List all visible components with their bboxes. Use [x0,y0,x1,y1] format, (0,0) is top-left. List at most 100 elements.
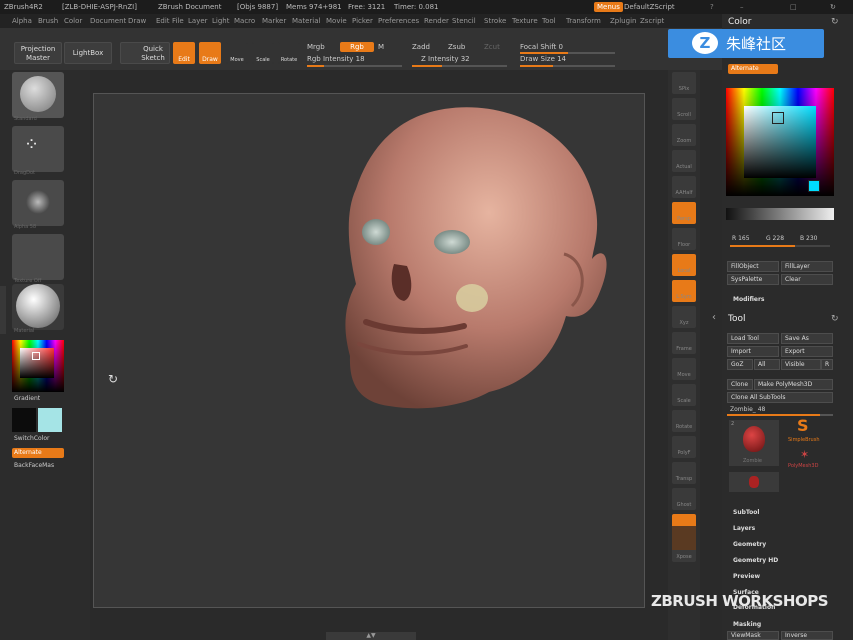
stroke-thumbnail[interactable]: ⁘ [12,126,64,172]
edit-button[interactable]: Edit [173,42,195,64]
menus-button[interactable]: Menus [594,2,623,12]
maximize-icon[interactable]: □ [790,0,797,14]
document-canvas[interactable]: ↻ [93,93,645,608]
menu-edit[interactable]: Edit [156,14,170,28]
shelf-floor-button[interactable]: Floor [672,228,696,250]
inverse-button[interactable]: Inverse [781,631,833,640]
menu-movie[interactable]: Movie [326,14,347,28]
menu-material[interactable]: Material [292,14,320,28]
menu-transform[interactable]: Transform [566,14,601,28]
clone-button[interactable]: Clone [727,379,753,390]
goz-r-button[interactable]: R [821,359,833,370]
menu-stencil[interactable]: Stencil [452,14,476,28]
secondary-color-swatch[interactable] [38,408,62,432]
bottom-tray-handle[interactable]: ▲▼ [326,632,416,640]
color-picker-small[interactable] [12,340,64,392]
simplebrush-s-icon[interactable]: S [797,416,809,435]
color-picker[interactable] [726,88,834,196]
menu-marker[interactable]: Marker [262,14,286,28]
shelf-persp-button[interactable]: Persp [672,202,696,224]
clone-all-subtools-button[interactable]: Clone All SubTools [727,392,833,403]
syspalette-button[interactable]: SysPalette [727,274,779,285]
projection-master-button[interactable]: Projection Master [14,42,62,64]
subtool-section[interactable]: SubTool [733,509,759,516]
shelf-zoom-button[interactable]: Zoom [672,124,696,146]
layers-section[interactable]: Layers [733,525,755,532]
rgb-slider-track[interactable] [730,245,830,247]
fillobject-button[interactable]: FillObject [727,261,779,272]
goz-visible-button[interactable]: Visible [781,359,821,370]
masking-section[interactable]: Masking [733,621,761,628]
red-value[interactable]: R 165 [732,235,750,242]
quick-sketch-button[interactable]: Quick Sketch [120,42,170,64]
modifiers-section[interactable]: Modifiers [733,296,765,303]
green-value[interactable]: G 228 [766,235,784,242]
focal-shift-slider[interactable] [520,52,615,54]
alpha-thumbnail[interactable] [12,180,64,226]
menu-layer[interactable]: Layer [188,14,208,28]
shelf-frame-button[interactable]: Frame [672,332,696,354]
geometry-hd-section[interactable]: Geometry HD [733,557,778,564]
switchcolor-label[interactable]: SwitchColor [14,435,50,442]
menu-zscript[interactable]: Zscript [640,14,664,28]
lightbox-button[interactable]: LightBox [64,42,112,64]
texture-thumbnail[interactable] [12,234,64,280]
shelf-transp-button[interactable]: Transp [672,462,696,484]
gradient-label[interactable]: Gradient [14,395,40,402]
alternate-toggle[interactable]: Alternate [728,64,778,74]
menu-light[interactable]: Light [212,14,229,28]
shelf-xyz-button[interactable]: Xyz [672,306,696,328]
zcut-toggle[interactable]: Zcut [484,43,500,51]
backfacemask-label[interactable]: BackFaceMas [14,462,54,469]
draw-size-slider[interactable] [520,65,615,67]
shelf-move-button[interactable]: Move [672,358,696,380]
menu-texture[interactable]: Texture [512,14,538,28]
preview-section[interactable]: Preview [733,573,760,580]
secondary-tool-thumbnail[interactable] [729,472,779,492]
shelf-ghost-button[interactable]: Ghost [672,488,696,510]
menu-preferences[interactable]: Preferences [378,14,419,28]
save-as-button[interactable]: Save As [781,333,833,344]
zsub-toggle[interactable]: Zsub [448,43,465,51]
menu-draw[interactable]: Draw [128,14,146,28]
menu-file[interactable]: File [172,14,184,28]
tool-palette-title[interactable]: Tool [728,314,745,324]
goz-button[interactable]: GoZ [727,359,753,370]
blue-value[interactable]: B 230 [800,235,817,242]
filllayer-button[interactable]: FillLayer [781,261,833,272]
make-polymesh-button[interactable]: Make PolyMesh3D [754,379,833,390]
gray-gradient-bar[interactable] [726,208,834,220]
shelf-polyf-button[interactable]: PolyF [672,436,696,458]
color-refresh-icon[interactable]: ↻ [831,17,839,27]
m-toggle[interactable]: M [378,43,384,51]
material-thumbnail[interactable] [12,284,64,330]
menu-render[interactable]: Render [424,14,449,28]
shelf-aahalf-button[interactable]: AAHalf [672,176,696,198]
rgb-toggle[interactable]: Rgb [340,42,374,52]
shelf-spix-button[interactable]: SPix [672,72,696,94]
import-button[interactable]: Import [727,346,779,357]
draw-button[interactable]: Draw [199,42,221,64]
rgb-intensity-slider[interactable] [307,65,402,67]
geometry-section[interactable]: Geometry [733,541,766,548]
brush-thumbnail[interactable] [12,72,64,118]
minimize-icon[interactable]: – [740,0,744,14]
menu-alpha[interactable]: Alpha [12,14,32,28]
shelf-scale-button[interactable]: Scale [672,384,696,406]
mrgb-toggle[interactable]: Mrgb [307,43,325,51]
refresh-icon[interactable]: ↻ [830,0,836,14]
menu-tool[interactable]: Tool [542,14,556,28]
tool-refresh-icon[interactable]: ↻ [831,314,839,324]
zadd-toggle[interactable]: Zadd [412,43,430,51]
menu-macro[interactable]: Macro [234,14,255,28]
z-intensity-slider[interactable] [412,65,507,67]
material-swatch[interactable] [672,526,696,550]
tool-slider[interactable] [727,414,833,416]
menu-picker[interactable]: Picker [352,14,373,28]
current-tool-thumbnail[interactable]: Zombie 2 [729,420,779,466]
move-button[interactable]: Move [226,42,248,64]
goz-all-button[interactable]: All [754,359,780,370]
shelf-lsym-button[interactable]: L.Sym [672,280,696,302]
viewmask-button[interactable]: ViewMask [727,631,779,640]
polymesh-star-icon[interactable]: ✶ [800,448,809,461]
